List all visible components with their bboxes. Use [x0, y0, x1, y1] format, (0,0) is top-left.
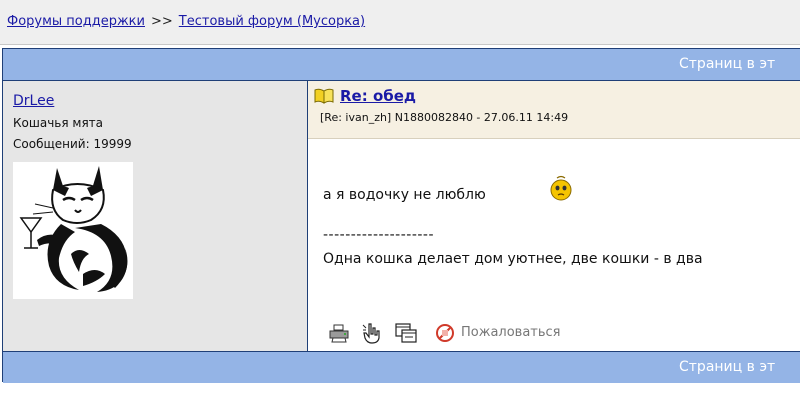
post-text: а я водочку не люблю	[323, 187, 486, 203]
book-icon	[314, 88, 334, 104]
pagination-text-top[interactable]: Страниц в эт	[679, 56, 775, 72]
pagination-bar-bottom: Страниц в эт	[3, 351, 800, 383]
print-icon[interactable]	[328, 322, 350, 344]
avatar	[13, 162, 133, 299]
post-header: Re: обед [Re: ivan_zh] N1880082840 - 27.…	[308, 81, 800, 139]
pagination-bar-top: Страниц в эт	[3, 49, 800, 81]
user-info-panel: DrLee Кошачья мята Сообщений: 19999	[3, 81, 308, 351]
user-title: Кошачья мята	[13, 116, 104, 130]
pagination-text-bottom[interactable]: Страниц в эт	[679, 359, 775, 375]
move-icon[interactable]	[395, 322, 417, 344]
breadcrumb-bar: Форумы поддержки >> Тестовый форум (Мусорк…	[0, 0, 800, 45]
smiley-icon	[548, 175, 574, 201]
breadcrumb-forum-link[interactable]: Тестовый форум (Мусорка)	[179, 14, 365, 29]
breadcrumb-separator: >>	[151, 14, 173, 29]
post-meta: [Re: ivan_zh] N1880082840 - 27.06.11 14:…	[320, 111, 569, 124]
post-subject-link[interactable]: Re: обед	[340, 87, 416, 105]
post-signature: Одна кошка делает дом уютнее, две кошки …	[323, 251, 703, 267]
report-link[interactable]: Пожаловаться	[461, 325, 561, 340]
user-name-link[interactable]: DrLee	[13, 93, 54, 109]
breadcrumb-forums-link[interactable]: Форумы поддержки	[7, 14, 145, 29]
breadcrumb: Форумы поддержки >> Тестовый форум (Мусорк…	[7, 14, 365, 29]
signature-divider: --------------------	[323, 227, 435, 243]
report-icon[interactable]	[436, 324, 454, 342]
quote-icon[interactable]	[361, 322, 383, 344]
cat-avatar-image	[19, 166, 128, 292]
user-post-count: Сообщений: 19999	[13, 137, 132, 151]
post-table: Страниц в эт DrLee Кошачья мята Сообщени…	[2, 48, 800, 383]
post-body: а я водочку не люблю -------------------…	[308, 139, 800, 351]
